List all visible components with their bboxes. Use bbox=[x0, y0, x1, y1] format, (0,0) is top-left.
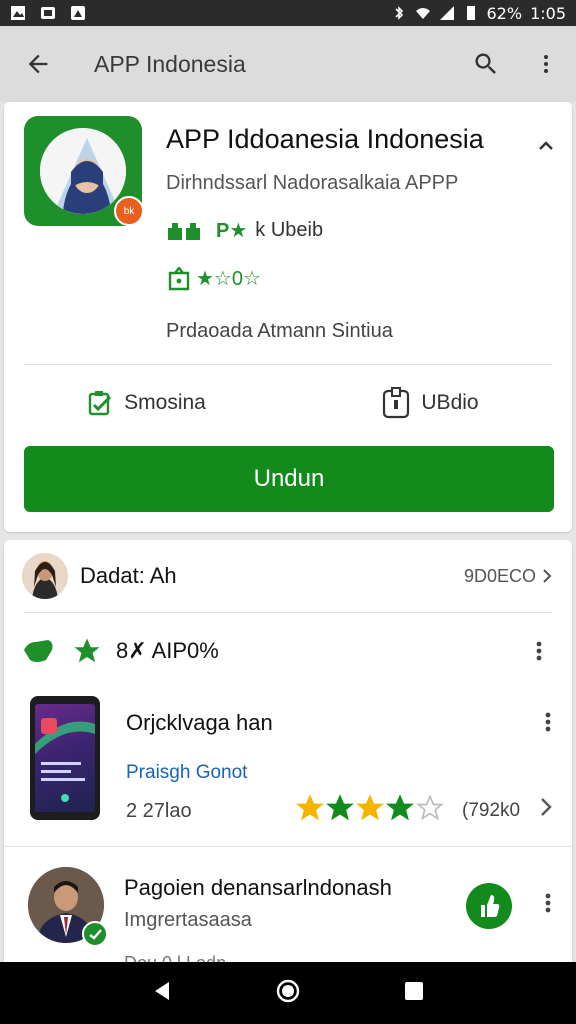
page-title: APP Indonesia bbox=[94, 50, 246, 77]
divider bbox=[24, 364, 552, 365]
back-button[interactable] bbox=[0, 26, 76, 102]
device-action[interactable]: UBdio bbox=[288, 376, 572, 430]
search-icon bbox=[475, 53, 496, 74]
app-bar: APP Indonesia bbox=[0, 26, 576, 102]
nav-recents-button[interactable] bbox=[403, 980, 425, 1007]
bluetooth-icon bbox=[394, 6, 403, 20]
square-recents-icon bbox=[405, 981, 423, 1000]
image-icon bbox=[11, 6, 25, 20]
secondary-actions: Smosina UBdio bbox=[4, 376, 572, 430]
person-more-button[interactable] bbox=[538, 891, 558, 920]
circle-home-icon bbox=[276, 979, 300, 1002]
avatar bbox=[22, 553, 68, 599]
stats-row: 8✗ AIP0% bbox=[4, 624, 572, 678]
star-filled-icon bbox=[296, 794, 324, 821]
wishlist-action[interactable]: Smosina bbox=[4, 376, 288, 430]
follow-button[interactable] bbox=[466, 883, 512, 929]
app-logo: bk bbox=[24, 116, 144, 226]
item-more-button[interactable] bbox=[538, 710, 558, 739]
app-screenshot-thumbnail bbox=[30, 696, 100, 820]
user-row[interactable]: Dadat: Ah 9D0ECO bbox=[4, 540, 572, 612]
verified-check-icon bbox=[82, 921, 108, 947]
triangle-back-icon bbox=[155, 981, 169, 1000]
item-open-button[interactable] bbox=[538, 796, 554, 823]
app-description: Prdaoada Atmann Sintiua bbox=[166, 320, 393, 342]
back-arrow-icon bbox=[28, 54, 48, 74]
person-name: Pagoien denansarlndonash bbox=[124, 875, 392, 900]
developer-name[interactable]: Dirhndssarl Nadorasalkaia APPP bbox=[166, 172, 458, 195]
nav-back-button[interactable] bbox=[151, 980, 173, 1007]
star-empty-icon bbox=[416, 794, 444, 821]
chevron-right-icon bbox=[543, 569, 552, 583]
app-meta: P★ k Ubeib bbox=[166, 218, 323, 243]
clock: 1:05 bbox=[530, 3, 566, 23]
person-subtitle: Imgrertasaasa bbox=[124, 909, 252, 931]
more-vert-icon bbox=[536, 641, 542, 661]
star-filled-icon bbox=[386, 794, 414, 821]
age-rating-icon bbox=[168, 222, 200, 240]
thumbs-up-icon bbox=[481, 895, 500, 917]
user-link[interactable]: 9D0ECO bbox=[464, 566, 554, 587]
phone-icon bbox=[383, 387, 410, 419]
user-name: Dadat: Ah bbox=[80, 563, 177, 588]
battery-level: 62% bbox=[486, 3, 523, 23]
star-filled-icon bbox=[326, 794, 354, 821]
meta-badge: P★ bbox=[216, 220, 248, 242]
wifi-icon bbox=[415, 8, 430, 19]
rating-text: ★☆0☆ bbox=[196, 268, 261, 290]
divider bbox=[24, 612, 552, 613]
chevron-right-icon bbox=[541, 798, 552, 816]
more-vert-icon bbox=[545, 893, 551, 913]
status-bar: 62% 1:05 bbox=[0, 0, 576, 26]
photo-icon bbox=[41, 7, 55, 19]
list-item[interactable]: Orjcklvaga han Praisgh Gonot 2 27lao (79… bbox=[4, 690, 572, 836]
more-vert-icon bbox=[545, 712, 551, 732]
screenshot-content-icon bbox=[35, 718, 95, 802]
app-detail-card: bk APP Iddoanesia Indonesia Dirhndssarl … bbox=[4, 102, 572, 532]
device-label: UBdio bbox=[421, 391, 479, 414]
more-vert-icon bbox=[544, 55, 548, 73]
chevron-up-icon bbox=[539, 141, 553, 150]
overflow-menu-button[interactable] bbox=[516, 34, 576, 94]
item-size: 2 27lao bbox=[126, 800, 192, 822]
item-title: Orjcklvaga han bbox=[126, 710, 273, 735]
search-button[interactable] bbox=[456, 34, 516, 94]
collapse-button[interactable] bbox=[532, 132, 560, 160]
list-item[interactable]: Pagoien denansarlndonash Imgrertasaasa D… bbox=[4, 846, 572, 973]
item-rating-count: (792k0 bbox=[462, 800, 521, 821]
stats-text: 8✗ AIP0% bbox=[116, 638, 219, 663]
system-nav-bar bbox=[0, 962, 576, 1024]
install-button[interactable]: Undun bbox=[24, 446, 554, 512]
item-star-rating bbox=[296, 794, 444, 822]
related-content-card: Dadat: Ah 9D0ECO 8✗ AIP0% Orjcklvaga han… bbox=[4, 540, 572, 973]
check-clipboard-icon bbox=[88, 391, 112, 416]
thumbs-up-icon bbox=[24, 640, 53, 662]
wishlist-label: Smosina bbox=[124, 391, 206, 414]
signal-icon bbox=[439, 6, 454, 20]
nav-home-button[interactable] bbox=[275, 978, 301, 1009]
app-icon bbox=[71, 6, 85, 20]
rating-row: ★☆0☆ bbox=[166, 266, 261, 291]
app-badge: bk bbox=[114, 196, 144, 226]
rating-box-icon bbox=[168, 266, 190, 290]
star-icon bbox=[74, 638, 100, 663]
item-subtitle[interactable]: Praisgh Gonot bbox=[126, 762, 247, 784]
user-link-label: 9D0ECO bbox=[463, 565, 536, 586]
star-filled-icon bbox=[356, 794, 384, 821]
battery-icon bbox=[466, 6, 475, 20]
app-name: APP Iddoanesia Indonesia bbox=[166, 124, 484, 154]
person-avatar-icon bbox=[22, 553, 68, 599]
meta-text: k Ubeib bbox=[255, 219, 324, 241]
stats-more-button[interactable] bbox=[524, 636, 554, 666]
